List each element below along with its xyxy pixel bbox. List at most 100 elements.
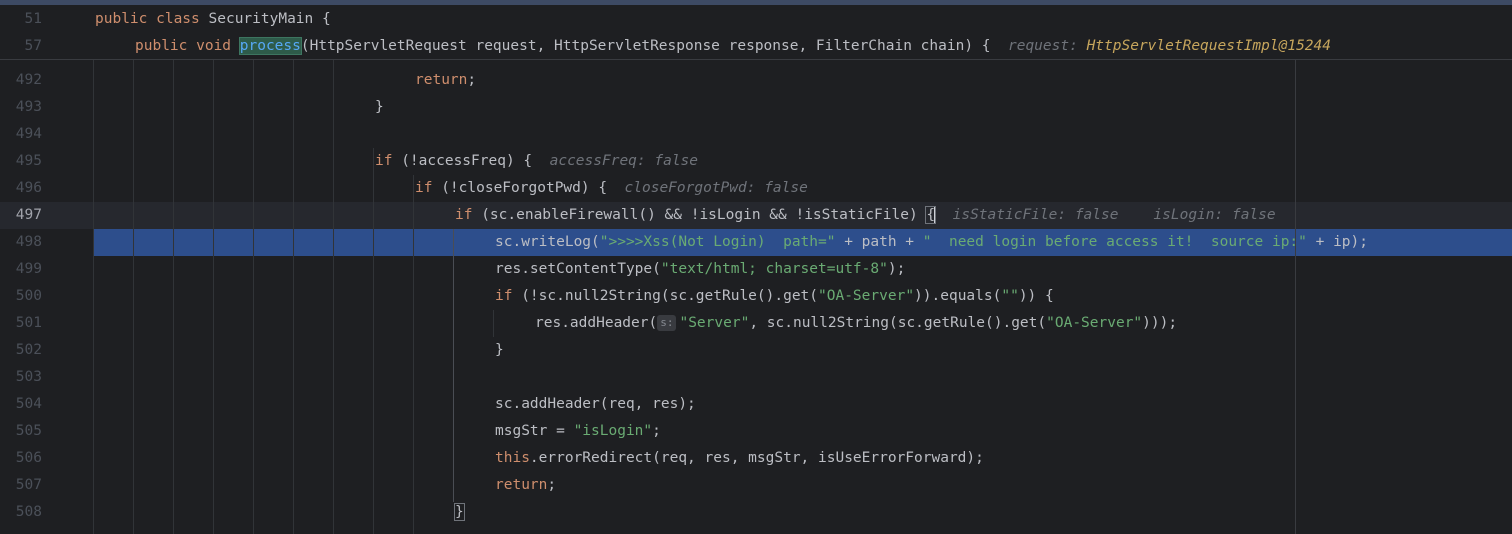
code-token: (!sc.null2String(sc.getRule().get(: [521, 288, 819, 304]
line-number[interactable]: 497: [0, 202, 42, 229]
line-code[interactable]: }: [495, 337, 504, 364]
keyword: return: [495, 477, 548, 493]
line-number[interactable]: 500: [0, 283, 42, 310]
code-line[interactable]: 498 sc.writeLog(">>>>Xss(Not Login) path=…: [0, 229, 1512, 256]
code-editor[interactable]: ( ) ; ; ; ( 492return;493}494495if (!acc…: [0, 0, 1512, 534]
code-token: res.setContentType(: [495, 261, 661, 277]
line-number[interactable]: 494: [0, 121, 42, 148]
string-literal: "isLogin": [573, 423, 653, 439]
code-token: ;: [547, 477, 557, 493]
keyword: if: [455, 207, 482, 223]
line-code[interactable]: }: [375, 94, 384, 121]
line-code[interactable]: public class SecurityMain {: [95, 6, 331, 33]
inline-debug-value: closeForgotPwd: false: [624, 180, 808, 196]
line-number[interactable]: 508: [0, 499, 42, 526]
sticky-line[interactable]: 51 public class SecurityMain {: [0, 6, 1512, 33]
code-token: + path +: [835, 234, 923, 250]
keyword: return: [415, 72, 468, 88]
code-token: sc.writeLog(: [495, 234, 600, 250]
line-code[interactable]: sc.writeLog(">>>>Xss(Not Login) path=" +…: [495, 229, 1368, 256]
code-line[interactable]: 501 res.addHeader(s: "Server", sc.null2Str…: [0, 310, 1512, 337]
code-line[interactable]: 504 sc.addHeader(req, res);: [0, 391, 1512, 418]
keyword: if: [415, 180, 442, 196]
line-code[interactable]: this.errorRedirect(req, res, msgStr, isU…: [495, 445, 984, 472]
string-literal: "OA-Server": [818, 288, 915, 304]
keyword: if: [375, 153, 402, 169]
code-line[interactable]: 496 if (!closeForgotPwd) { closeForgotPwd…: [0, 175, 1512, 202]
code-token: )));: [1142, 315, 1178, 331]
inline-debug-value: accessFreq: false: [549, 153, 699, 169]
keyword: public class: [95, 11, 209, 27]
line-number[interactable]: 498: [0, 229, 42, 256]
string-literal: "text/html; charset=utf-8": [660, 261, 888, 277]
line-code[interactable]: if (!closeForgotPwd) { closeForgotPwd: f…: [415, 175, 808, 202]
code-line[interactable]: 507 return;: [0, 472, 1512, 499]
line-number[interactable]: 51: [0, 6, 42, 33]
line-code[interactable]: sc.addHeader(req, res);: [495, 391, 696, 418]
code-token: )).equals(: [914, 288, 1002, 304]
line-code[interactable]: res.setContentType("text/html; charset=u…: [495, 256, 905, 283]
code-line[interactable]: 500 if (!sc.null2String(sc.getRule().get(…: [0, 283, 1512, 310]
line-number[interactable]: 493: [0, 94, 42, 121]
code-token: );: [887, 261, 906, 277]
line-number[interactable]: 496: [0, 175, 42, 202]
line-number[interactable]: 502: [0, 337, 42, 364]
code-token: , sc.null2String(sc.getRule().get(: [749, 315, 1047, 331]
line-number[interactable]: 57: [0, 33, 42, 60]
code-token: + ip);: [1306, 234, 1368, 250]
line-code[interactable]: msgStr = "isLogin";: [495, 418, 661, 445]
line-number[interactable]: 492: [0, 67, 42, 94]
code-line[interactable]: 494: [0, 121, 1512, 148]
line-code[interactable]: return;: [495, 472, 556, 499]
sticky-line[interactable]: 57 public void process(HttpServletRequest…: [0, 33, 1512, 60]
line-code[interactable]: res.addHeader(s: "Server", sc.null2String…: [535, 310, 1177, 337]
code-token: SecurityMain {: [208, 11, 331, 27]
line-code[interactable]: return;: [415, 67, 476, 94]
code-token: }: [495, 342, 504, 358]
parameter-name-hint: s:: [657, 315, 677, 331]
code-token: }: [375, 99, 384, 115]
code-line[interactable]: 51 public class SecurityMain {: [0, 6, 1512, 33]
code-token: )) {: [1018, 288, 1054, 304]
code-line[interactable]: 506 this.errorRedirect(req, res, msgStr, …: [0, 445, 1512, 472]
matched-brace: }: [454, 503, 465, 521]
line-number[interactable]: 495: [0, 148, 42, 175]
line-number[interactable]: 506: [0, 445, 42, 472]
code-token: ;: [467, 72, 477, 88]
line-number[interactable]: 505: [0, 418, 42, 445]
line-code[interactable]: if (!accessFreq) { accessFreq: false: [375, 148, 698, 175]
code-line[interactable]: 495 if (!accessFreq) { accessFreq: false: [0, 148, 1512, 175]
line-number[interactable]: 499: [0, 256, 42, 283]
code-line[interactable]: 502}: [0, 337, 1512, 364]
code-token: res.addHeader(: [535, 315, 658, 331]
string-literal: ">>>>Xss(Not Login) path=": [599, 234, 836, 250]
code-token: (sc.enableFirewall() && !isLogin && !isS…: [481, 207, 927, 223]
line-number[interactable]: 507: [0, 472, 42, 499]
code-line[interactable]: 493}: [0, 94, 1512, 121]
string-literal: "": [1001, 288, 1019, 304]
line-number[interactable]: 503: [0, 364, 42, 391]
code-token: (HttpServletRequest request, HttpServlet…: [300, 38, 1008, 54]
line-number[interactable]: 504: [0, 391, 42, 418]
string-literal: "OA-Server": [1046, 315, 1143, 331]
line-code[interactable]: if (!sc.null2String(sc.getRule().get("OA…: [495, 283, 1054, 310]
code-line[interactable]: 505 msgStr = "isLogin";: [0, 418, 1512, 445]
editor-top-border: [0, 0, 1512, 5]
string-literal: "Server": [679, 315, 750, 331]
line-code[interactable]: }: [454, 499, 465, 526]
code-line[interactable]: 499 res.setContentType("text/html; charse…: [0, 256, 1512, 283]
sticky-header-divider: [0, 59, 1512, 60]
code-token: (!accessFreq) {: [401, 153, 550, 169]
line-code[interactable]: public void process(HttpServletRequest r…: [135, 33, 1331, 60]
code-line[interactable]: 57 public void process(HttpServletRequest…: [0, 33, 1512, 60]
highlighted-method-name: process: [238, 37, 302, 55]
line-number[interactable]: 501: [0, 310, 42, 337]
code-line[interactable]: 492 return;: [0, 67, 1512, 94]
line-code[interactable]: if (sc.enableFirewall() && !isLogin && !…: [455, 202, 1276, 229]
code-line[interactable]: 508}: [0, 499, 1512, 526]
code-line[interactable]: 503: [0, 364, 1512, 391]
keyword: if: [495, 288, 522, 304]
code-token: .errorRedirect(req, res, msgStr, isUseEr…: [529, 450, 984, 466]
code-line[interactable]: 497 if (sc.enableFirewall() && !isLogin &…: [0, 202, 1512, 229]
code-token: (!closeForgotPwd) {: [441, 180, 625, 196]
